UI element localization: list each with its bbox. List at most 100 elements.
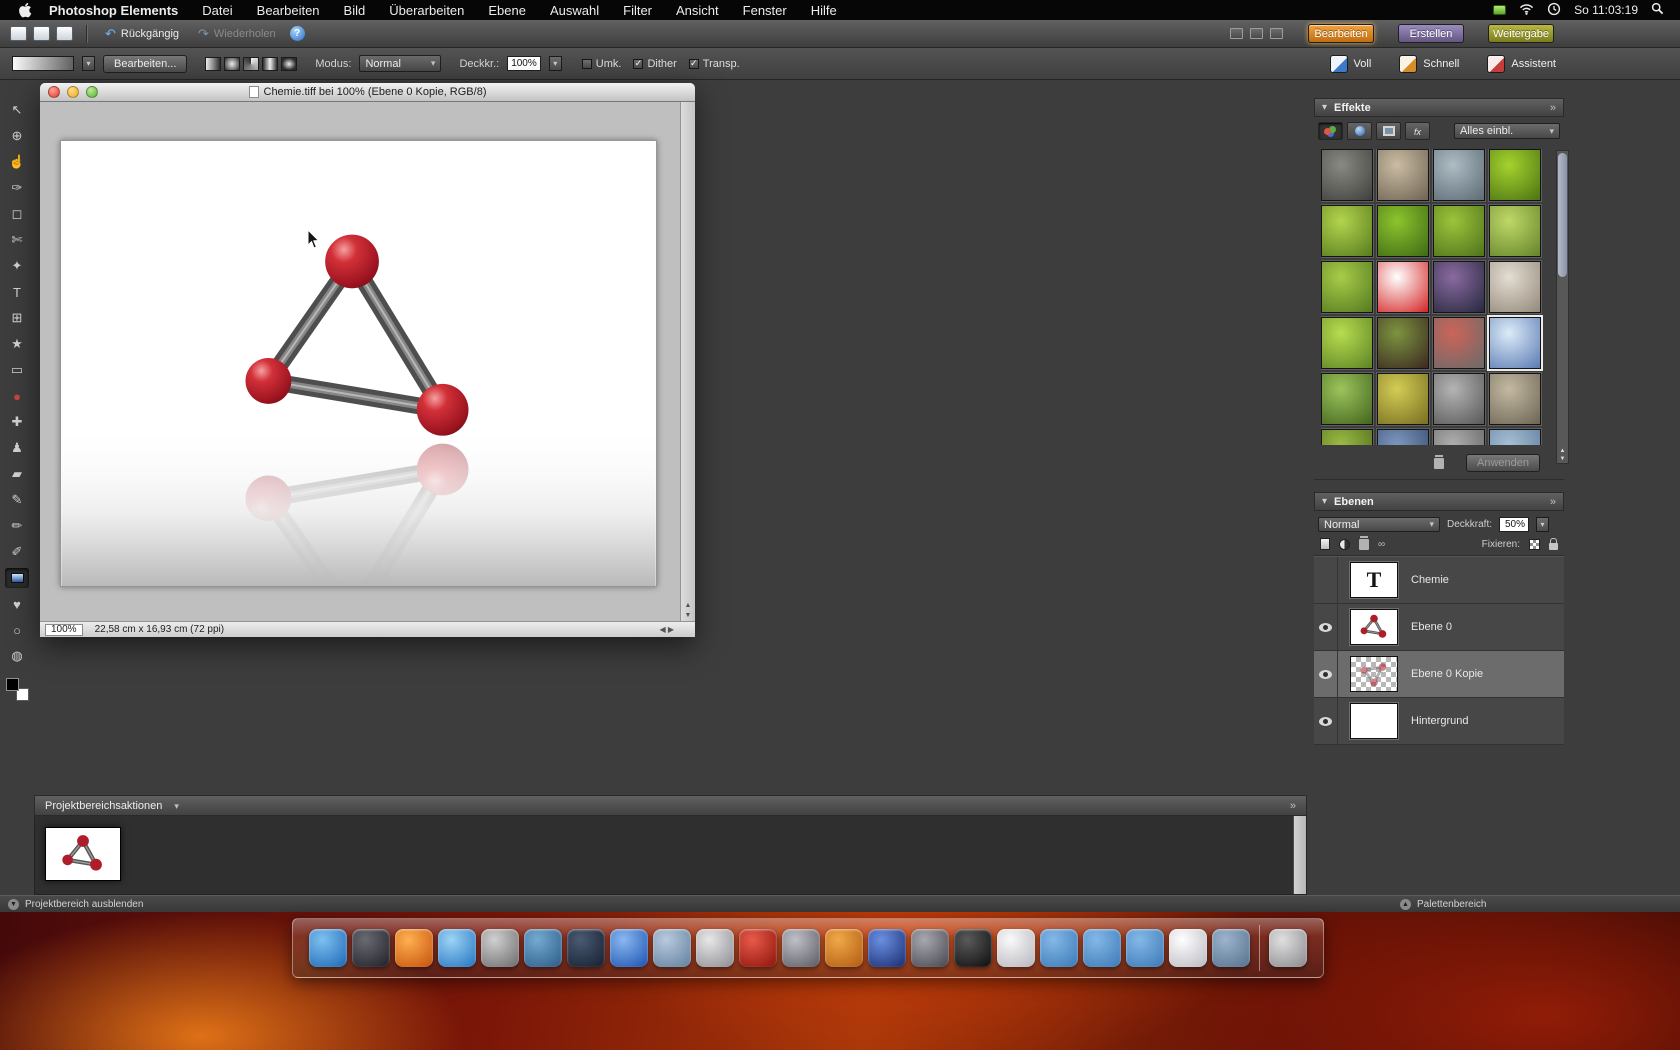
tool-red-eye[interactable]: ● xyxy=(5,386,29,406)
menu-ansicht[interactable]: Ansicht xyxy=(676,3,719,18)
apple-menu-icon[interactable] xyxy=(18,2,33,18)
help-icon[interactable]: ? xyxy=(289,26,305,41)
layer-row-ebene-0[interactable]: Ebene 0 xyxy=(1314,604,1564,651)
gradient-type-radial-icon[interactable] xyxy=(224,56,241,71)
menu-bearbeiten[interactable]: Bearbeiten xyxy=(257,3,320,18)
effects-category-photo-effects-button[interactable] xyxy=(1376,122,1401,140)
effect-thumbnail-22[interactable] xyxy=(1377,429,1429,445)
wifi-icon[interactable] xyxy=(1519,3,1534,18)
tab-erstellen[interactable]: Erstellen xyxy=(1398,24,1464,43)
tool-smart-brush[interactable]: ✐ xyxy=(5,542,29,562)
dock-icon-mail[interactable] xyxy=(653,929,691,967)
tool-zoom[interactable]: ⊕ xyxy=(5,126,29,146)
vertical-scrollbar[interactable] xyxy=(680,102,695,621)
trash-icon[interactable] xyxy=(1434,454,1444,469)
effect-thumbnail-15[interactable] xyxy=(1433,317,1485,369)
tab-weitergabe[interactable]: Weitergabe xyxy=(1488,24,1554,43)
dock-icon-network-globe[interactable] xyxy=(825,929,863,967)
dock-icon-photo-booth[interactable] xyxy=(911,929,949,967)
dock-icon-folder-documents[interactable] xyxy=(1083,929,1121,967)
tool-eyedropper[interactable]: ✑ xyxy=(5,178,29,198)
tool-sponge[interactable]: ◍ xyxy=(5,646,29,666)
dock-icon-stack[interactable] xyxy=(1212,929,1250,967)
dock-icon-design-tool[interactable] xyxy=(696,929,734,967)
arrange-single-icon[interactable] xyxy=(1270,28,1283,39)
tool-blur[interactable]: ○ xyxy=(5,620,29,640)
battery-icon[interactable] xyxy=(1493,5,1507,15)
effect-thumbnail-24[interactable] xyxy=(1489,429,1541,445)
foreground-color-swatch[interactable] xyxy=(6,678,19,691)
gradient-type-angle-icon[interactable] xyxy=(243,56,260,71)
dock-icon-safari[interactable] xyxy=(610,929,648,967)
menu-fenster[interactable]: Fenster xyxy=(743,3,787,18)
gradient-preview-swatch[interactable] xyxy=(12,56,74,71)
menu-bild[interactable]: Bild xyxy=(344,3,366,18)
dock-icon-trash[interactable] xyxy=(1269,929,1307,967)
open-document-thumbnail[interactable] xyxy=(45,827,121,881)
menu-datei[interactable]: Datei xyxy=(202,3,232,18)
opacity-input[interactable]: 100% xyxy=(507,56,541,71)
effect-thumbnail-6[interactable] xyxy=(1377,205,1429,257)
dock-icon-unity[interactable] xyxy=(954,929,992,967)
menu-hilfe[interactable]: Hilfe xyxy=(811,3,837,18)
effects-panel-header[interactable]: Effekte xyxy=(1314,98,1564,117)
layer-row-hintergrund[interactable]: Hintergrund xyxy=(1314,698,1564,745)
effect-thumbnail-18[interactable] xyxy=(1377,373,1429,425)
time-machine-icon[interactable] xyxy=(1547,2,1561,19)
tool-healing-brush[interactable]: ✚ xyxy=(5,412,29,432)
checkbox-box[interactable] xyxy=(581,58,592,69)
effects-panel-menu-icon[interactable] xyxy=(1550,102,1556,114)
scroll-down-icon[interactable] xyxy=(1557,456,1568,462)
link-layers-icon[interactable] xyxy=(1378,539,1385,550)
edit-mode-voll[interactable]: Voll xyxy=(1329,54,1371,73)
effect-thumbnail-2[interactable] xyxy=(1377,149,1429,201)
effects-category-layer-styles-button[interactable] xyxy=(1347,122,1372,140)
tool-gradient[interactable] xyxy=(5,568,29,588)
horizontal-scroll-arrows[interactable] xyxy=(659,625,690,634)
project-bin-menu-icon[interactable] xyxy=(1290,800,1296,812)
layers-blend-select[interactable]: Normal xyxy=(1318,517,1440,532)
tool-hand[interactable]: ☝ xyxy=(5,152,29,172)
dock-icon-dvd-player[interactable] xyxy=(739,929,777,967)
effect-thumbnail-17[interactable] xyxy=(1321,373,1373,425)
effect-thumbnail-10[interactable] xyxy=(1377,261,1429,313)
menu-clock[interactable]: So 11:03:19 xyxy=(1574,3,1638,17)
redo-button[interactable]: ↷ Wiederholen xyxy=(193,26,281,42)
tool-crop[interactable]: ⊞ xyxy=(5,308,29,328)
project-bin-scrollbar[interactable] xyxy=(1293,816,1306,894)
tool-marquee[interactable]: ◻ xyxy=(5,204,29,224)
arrange-cascade-icon[interactable] xyxy=(1230,28,1243,39)
layers-opacity-stepper[interactable] xyxy=(1536,517,1550,532)
effect-thumbnail-20[interactable] xyxy=(1489,373,1541,425)
gradient-type-diamond-icon[interactable] xyxy=(281,56,298,71)
canvas[interactable] xyxy=(60,140,657,587)
dock-icon-iphoto[interactable] xyxy=(481,929,519,967)
adjustment-layer-icon[interactable] xyxy=(1339,538,1350,550)
tool-lasso[interactable]: ✄ xyxy=(5,230,29,250)
effect-thumbnail-14[interactable] xyxy=(1377,317,1429,369)
effect-thumbnail-16[interactable] xyxy=(1489,317,1541,369)
dock-icon-itunes[interactable] xyxy=(438,929,476,967)
effects-scrollbar[interactable] xyxy=(1556,150,1569,464)
effect-thumbnail-13[interactable] xyxy=(1321,317,1373,369)
app-menu[interactable]: Photoshop Elements xyxy=(49,3,178,18)
tool-cookie-cutter[interactable]: ★ xyxy=(5,334,29,354)
layer-visibility-cell[interactable] xyxy=(1314,557,1338,603)
tab-bearbeiten[interactable]: Bearbeiten xyxy=(1308,24,1374,43)
lock-transparency-icon[interactable] xyxy=(1529,538,1540,550)
arrange-grid-icon[interactable] xyxy=(1250,28,1263,39)
spotlight-icon[interactable] xyxy=(1651,2,1664,18)
undo-button[interactable]: ↶ Rückgängig xyxy=(100,26,184,42)
tool-eraser[interactable]: ▰ xyxy=(5,464,29,484)
layers-panel-header[interactable]: Ebenen xyxy=(1314,492,1564,511)
scroll-up-icon[interactable] xyxy=(681,602,695,609)
edit-mode-assistent[interactable]: Assistent xyxy=(1487,54,1556,73)
dock-icon-keynote[interactable] xyxy=(524,929,562,967)
effect-thumbnail-1[interactable] xyxy=(1321,149,1373,201)
tool-straighten[interactable]: ▭ xyxy=(5,360,29,380)
layer-visibility-cell[interactable] xyxy=(1314,604,1338,650)
effect-thumbnail-19[interactable] xyxy=(1433,373,1485,425)
dock-icon-dashboard[interactable] xyxy=(352,929,390,967)
delete-layer-icon[interactable] xyxy=(1359,535,1369,550)
effect-thumbnail-12[interactable] xyxy=(1489,261,1541,313)
